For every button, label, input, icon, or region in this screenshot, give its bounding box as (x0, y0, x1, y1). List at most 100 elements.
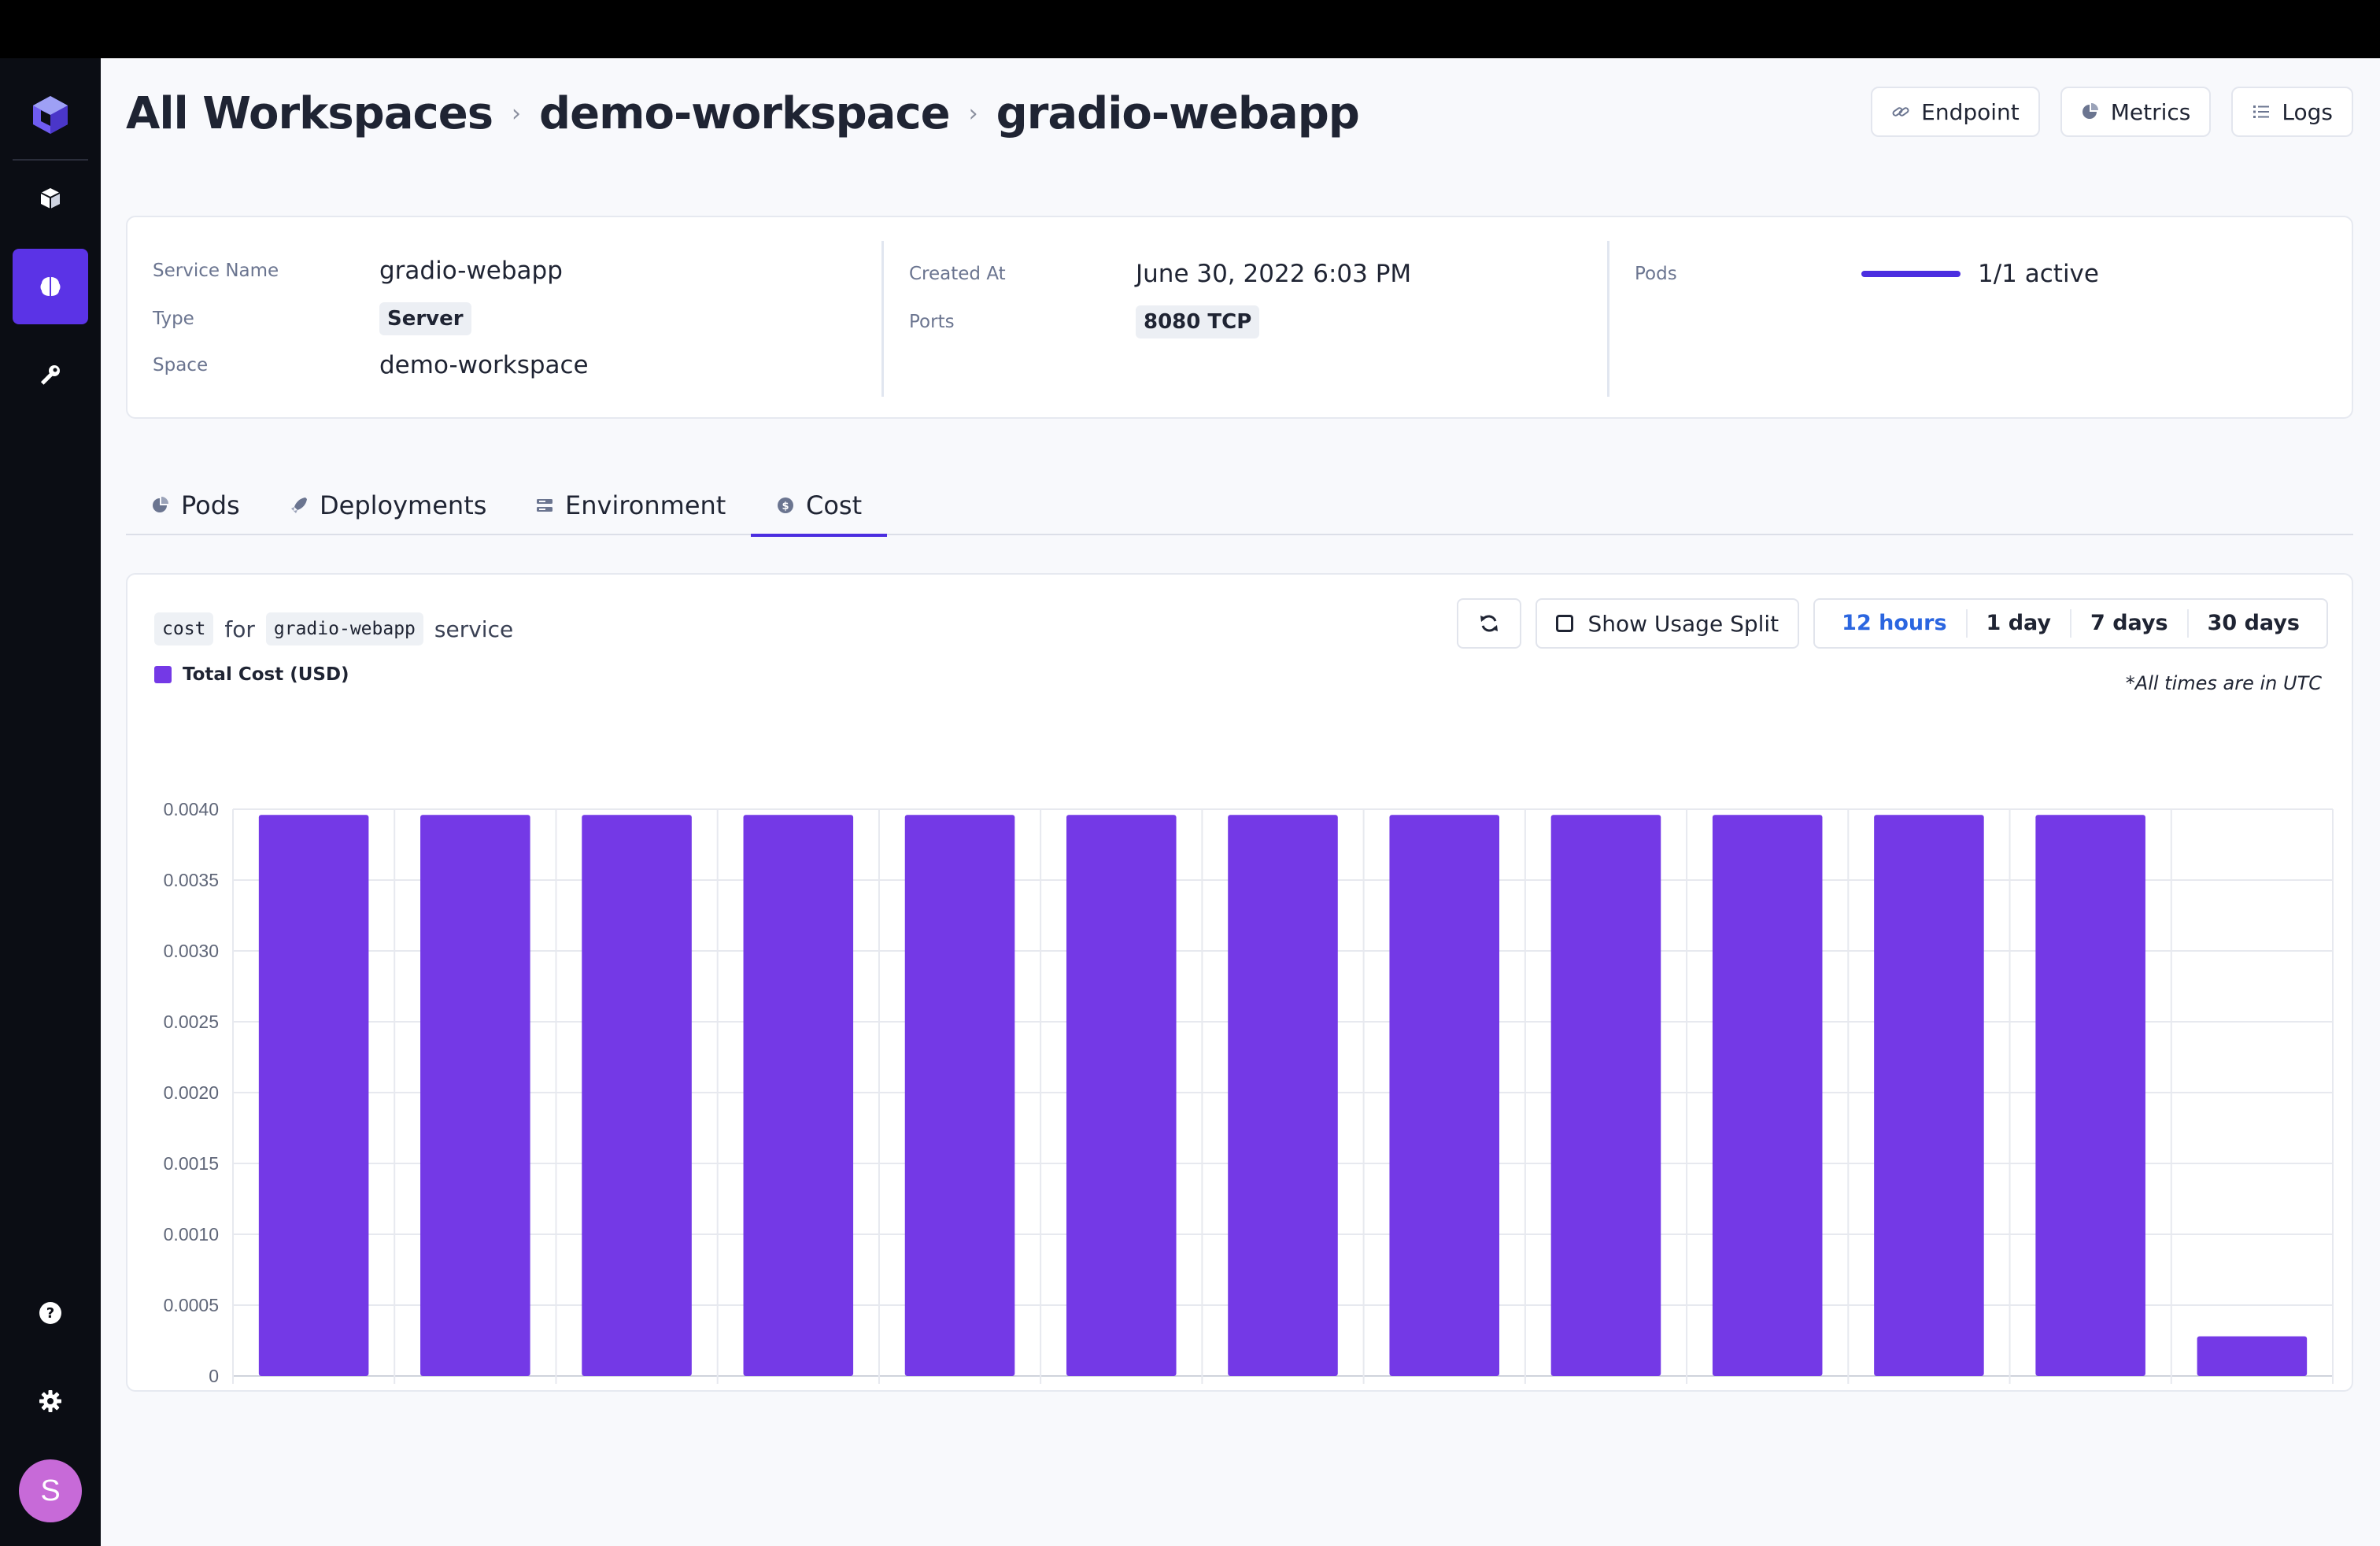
pods-progress-bar (1861, 271, 1961, 277)
ports-label: Ports (909, 312, 955, 332)
settings-gear-icon[interactable] (0, 1378, 101, 1425)
ports-badge: 8080 TCP (1136, 305, 1260, 338)
header-actions: Endpoint Metrics Logs (1871, 87, 2353, 137)
metrics-button-label: Metrics (2110, 98, 2191, 125)
title-service-text: service (434, 616, 514, 642)
tab-deployments[interactable]: Deployments (290, 475, 486, 535)
list-icon (2253, 105, 2270, 118)
pods-label: Pods (1635, 264, 1677, 284)
range-12-hours[interactable]: 12 hours (1823, 609, 1965, 638)
space-value: demo-workspace (379, 351, 589, 379)
tab-deployments-label: Deployments (320, 490, 487, 520)
chart-controls: Show Usage Split 12 hours 1 day 7 days 3… (1457, 598, 2328, 649)
sidebar: ? S (0, 58, 101, 1546)
breadcrumb-workspace[interactable]: demo-workspace (539, 88, 951, 139)
time-range-selector: 12 hours 1 day 7 days 30 days (1813, 598, 2328, 649)
utc-note: *All times are in UTC (2125, 672, 2322, 694)
bar-11-30-12-30 (1066, 815, 1177, 1376)
service-info-column-1: Service Name gradio-webapp Type Server S… (128, 241, 881, 397)
bar-08-30-09-30 (582, 815, 692, 1376)
bar-18-30-19-30 (2197, 1336, 2308, 1376)
created-at-row: Created At June 30, 2022 6:03 PM (909, 260, 1411, 288)
service-chip: gradio-webapp (265, 612, 423, 645)
range-1-day[interactable]: 1 day (1965, 609, 2071, 638)
legend-swatch (154, 666, 172, 683)
breadcrumb-service[interactable]: gradio-webapp (996, 88, 1360, 139)
range-30-days[interactable]: 30 days (2186, 609, 2319, 638)
created-at-value: June 30, 2022 6:03 PM (1136, 260, 1412, 288)
pods-row: Pods 1/1 active (1635, 260, 2099, 288)
service-name-label: Service Name (153, 261, 279, 281)
service-name-row: Service Name gradio-webapp (153, 257, 563, 285)
logo-icon[interactable] (0, 85, 101, 145)
tab-environment[interactable]: Environment (535, 475, 726, 535)
chevron-right-icon: › (512, 99, 521, 128)
tab-pods[interactable]: Pods (151, 475, 240, 535)
service-info-column-2: Created At June 30, 2022 6:03 PM Ports 8… (881, 241, 1607, 397)
y-tick-label: 0.0010 (164, 1224, 219, 1245)
bar-13-30-14-30 (1389, 815, 1500, 1376)
bar-14-30-15-30 (1550, 815, 1661, 1376)
svg-text:?: ? (46, 1305, 54, 1322)
y-tick-label: 0.0035 (164, 870, 219, 890)
bar-15-30-16-30 (1712, 815, 1823, 1376)
y-tick-label: 0.0030 (164, 941, 219, 961)
sidebar-divider (13, 159, 88, 161)
bar-17-30-18-30 (2035, 815, 2145, 1376)
cost-bar-chart: 0 0.0005 0.0010 0.0015 0.0020 0.0025 0.0030 0.0… (164, 799, 2334, 1385)
service-tabs: Pods Deployments Environment $ Cost (126, 475, 2353, 537)
service-name-value: gradio-webapp (379, 257, 563, 285)
show-usage-split-toggle[interactable]: Show Usage Split (1536, 598, 1800, 649)
endpoint-button[interactable]: Endpoint (1871, 87, 2040, 137)
metrics-button[interactable]: Metrics (2060, 87, 2212, 137)
tab-environment-label: Environment (565, 490, 726, 520)
rocket-icon (291, 497, 307, 513)
breadcrumb: All Workspaces › demo-workspace › gradio… (126, 82, 1360, 145)
top-bar (0, 0, 2380, 58)
cube-icon[interactable] (0, 175, 101, 222)
y-tick-label: 0.0005 (164, 1295, 219, 1315)
type-label: Type (153, 309, 194, 329)
usage-split-label: Show Usage Split (1587, 610, 1779, 637)
tab-cost[interactable]: $ Cost (751, 475, 888, 537)
type-badge: Server (379, 302, 471, 335)
main-content: All Workspaces › demo-workspace › gradio… (101, 58, 2380, 1546)
cost-chart-card: cost for gradio-webapp service Total Cos… (126, 573, 2353, 1392)
type-row: Type Server (153, 302, 471, 335)
space-label: Space (153, 355, 209, 375)
chart-legend: Total Cost (USD) (154, 664, 349, 685)
range-7-days[interactable]: 7 days (2070, 609, 2187, 638)
created-at-label: Created At (909, 264, 1006, 284)
server-icon (537, 499, 552, 512)
link-icon (1892, 107, 1909, 117)
refresh-button[interactable] (1457, 598, 1522, 649)
user-avatar[interactable]: S (19, 1459, 82, 1522)
cost-panel-title: cost for gradio-webapp service (154, 612, 513, 645)
bar-16-30-17-30 (1874, 815, 1984, 1376)
help-icon[interactable]: ? (0, 1289, 101, 1337)
pie-chart-icon (2082, 103, 2098, 119)
tab-pods-label: Pods (181, 490, 240, 520)
brain-icon[interactable] (0, 263, 101, 310)
usage-split-checkbox[interactable] (1556, 615, 1574, 632)
y-tick-label: 0.0015 (164, 1153, 219, 1174)
service-info-column-3: Pods 1/1 active (1607, 241, 2353, 397)
breadcrumb-all-workspaces[interactable]: All Workspaces (126, 88, 493, 139)
metric-chip: cost (154, 612, 214, 645)
y-tick-label: 0.0040 (164, 799, 219, 819)
space-row: Space demo-workspace (153, 351, 589, 379)
y-tick-label: 0.0020 (164, 1082, 219, 1103)
bar-10-30-11-30 (904, 815, 1015, 1376)
y-tick-label: 0 (209, 1366, 219, 1385)
key-icon[interactable] (0, 351, 101, 398)
logs-button-label: Logs (2282, 98, 2333, 125)
pie-icon (153, 497, 168, 512)
tab-cost-label: Cost (806, 490, 863, 520)
dollar-icon: $ (778, 497, 793, 513)
bar-12-30-13-30 (1228, 815, 1338, 1376)
legend-label: Total Cost (USD) (183, 664, 349, 685)
ports-row: Ports 8080 TCP (909, 305, 1260, 338)
refresh-icon (1480, 615, 1499, 632)
logs-button[interactable]: Logs (2231, 87, 2353, 137)
y-tick-label: 0.0025 (164, 1012, 219, 1032)
